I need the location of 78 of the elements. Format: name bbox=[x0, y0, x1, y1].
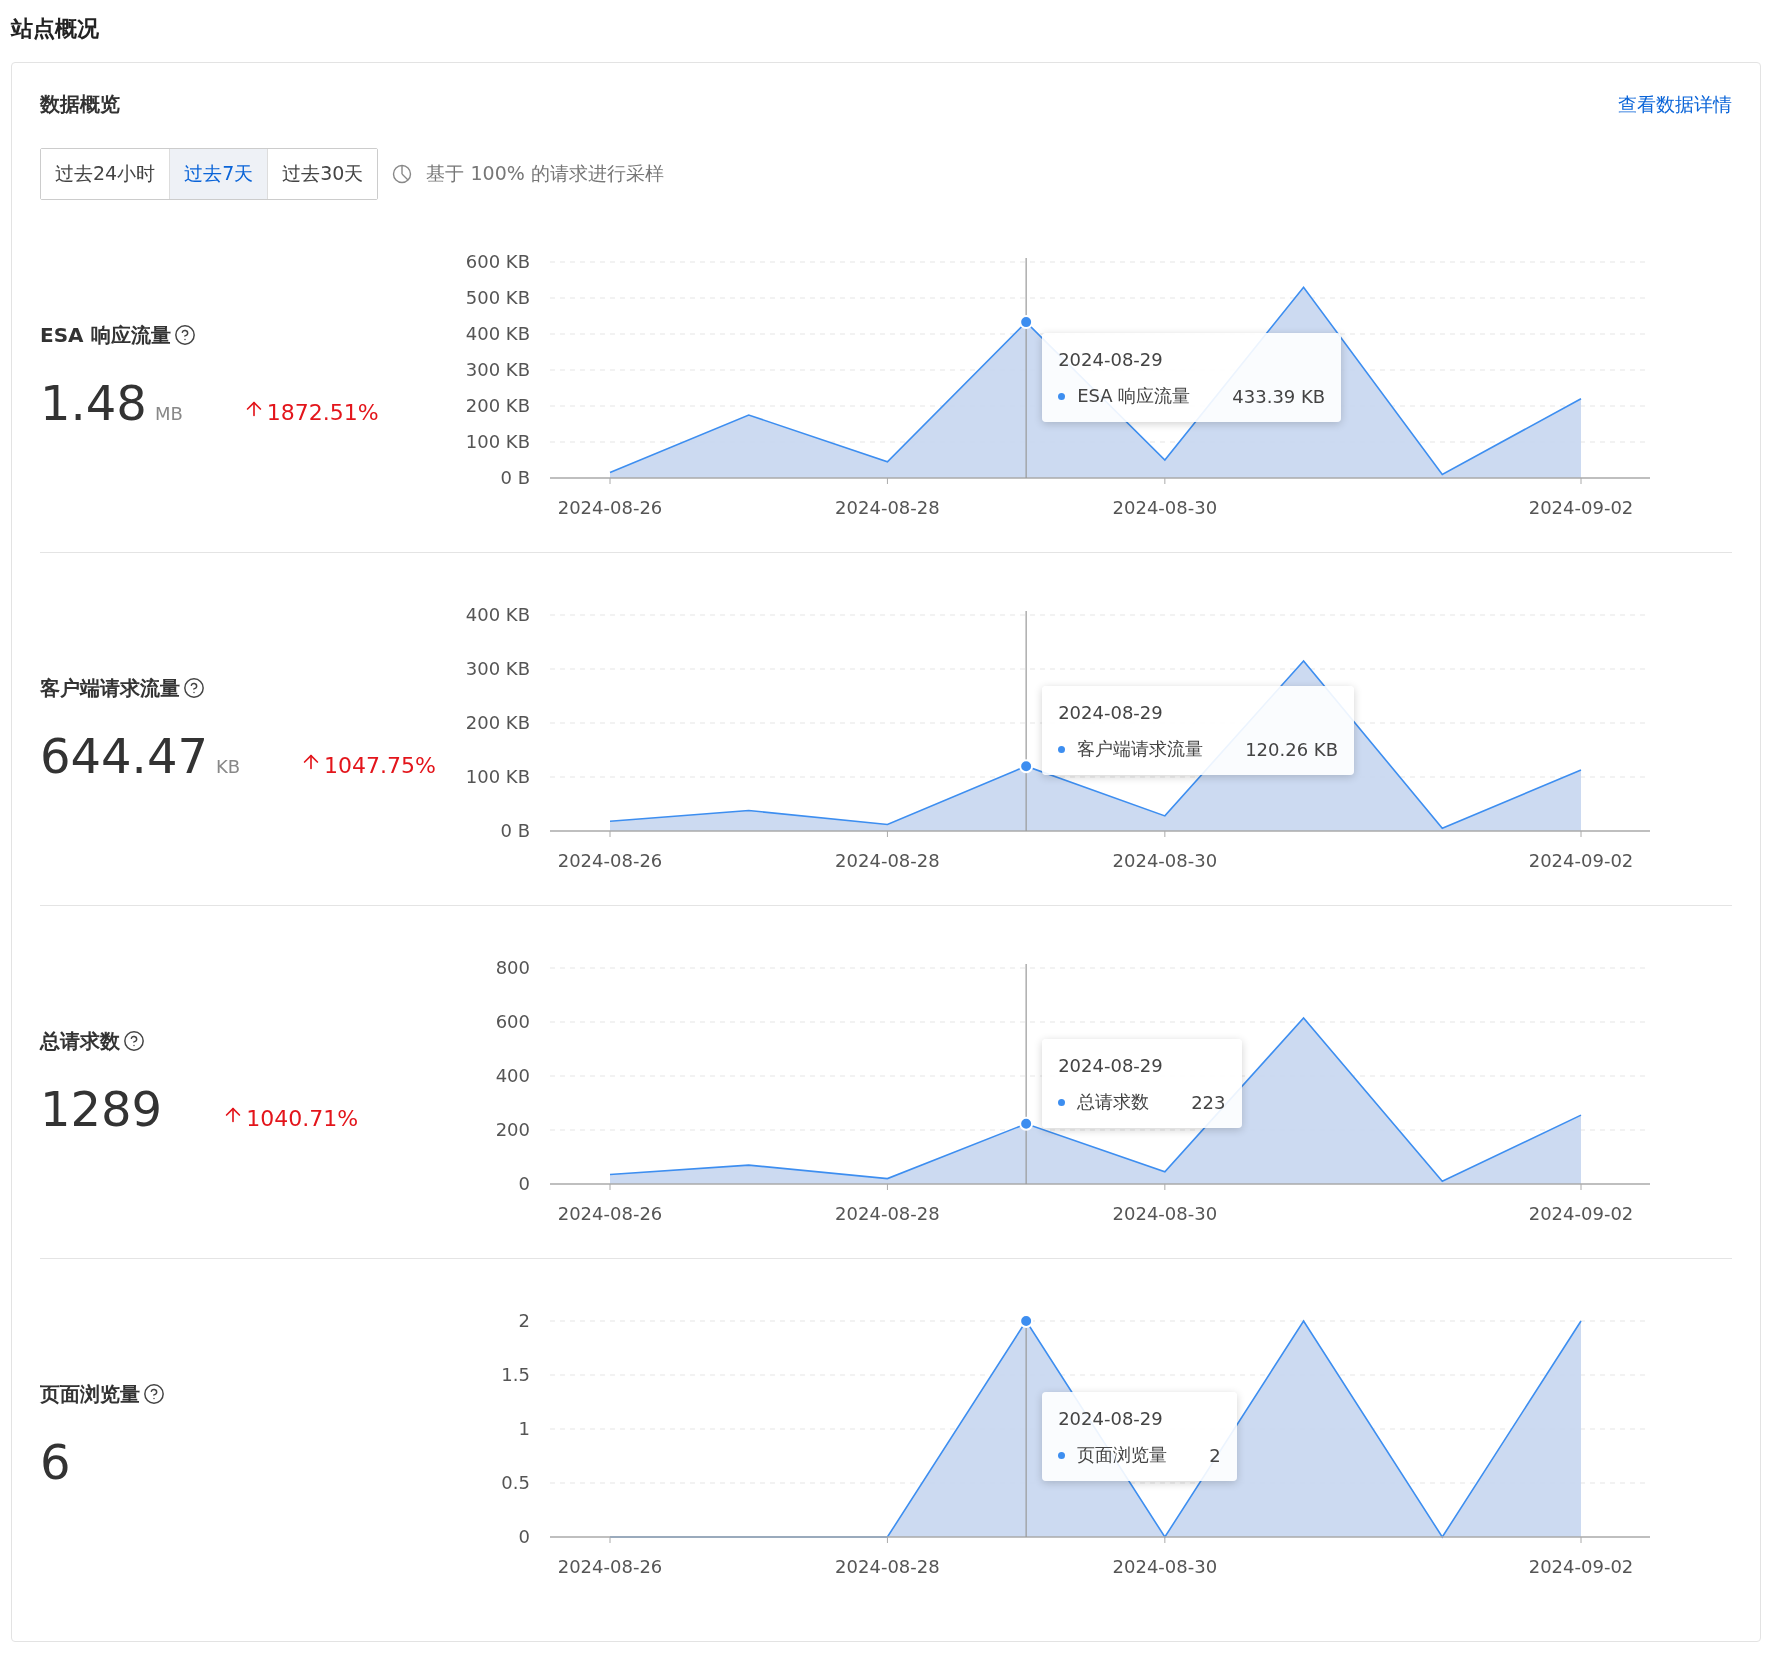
x-axis-label: 2024-09-02 bbox=[1528, 497, 1634, 518]
x-axis-label: 2024-08-28 bbox=[835, 497, 940, 518]
metric-name: ESA 响应流量 bbox=[40, 321, 171, 349]
y-axis-label: 400 KB bbox=[465, 604, 530, 625]
y-axis-label: 800 bbox=[495, 957, 530, 978]
point-marker bbox=[1019, 1314, 1034, 1328]
y-axis-label: 0.5 bbox=[501, 1472, 530, 1493]
y-axis-label: 200 KB bbox=[465, 395, 530, 416]
x-axis-label: 2024-08-30 bbox=[1112, 1203, 1218, 1224]
x-axis-label: 2024-08-30 bbox=[1112, 850, 1218, 871]
y-axis-label: 0 bbox=[518, 1526, 530, 1547]
metric-name: 总请求数 bbox=[40, 1027, 120, 1055]
metric-change: 1872.51% bbox=[266, 399, 379, 425]
y-axis-label: 0 bbox=[518, 1173, 530, 1194]
y-axis-label: 200 bbox=[495, 1119, 530, 1140]
y-axis-label: 0 B bbox=[500, 467, 530, 488]
help-icon[interactable] bbox=[173, 324, 196, 346]
tooltip-series-name: 客户端请求流量 bbox=[1077, 737, 1204, 762]
metric-unit: KB bbox=[215, 755, 241, 777]
tooltip-date: 2024-08-29 bbox=[1058, 349, 1164, 371]
help-icon[interactable] bbox=[183, 677, 205, 699]
y-axis-label: 1.5 bbox=[501, 1364, 530, 1385]
y-axis-label: 600 KB bbox=[465, 251, 530, 272]
metric-value: 1.48 bbox=[40, 374, 147, 431]
tooltip-date: 2024-08-29 bbox=[1058, 1055, 1164, 1077]
metric-value: 644.47 bbox=[40, 727, 208, 784]
y-axis-label: 300 KB bbox=[465, 658, 530, 679]
metric-name: 页面浏览量 bbox=[40, 1380, 140, 1408]
y-axis-label: 400 bbox=[495, 1065, 530, 1086]
y-axis-label: 2 bbox=[518, 1310, 530, 1331]
tooltip-value: 120.26 KB bbox=[1245, 738, 1338, 760]
y-axis-label: 600 bbox=[495, 1011, 530, 1032]
time-range-tab[interactable]: 过去30天 bbox=[267, 149, 378, 199]
metric-name: 客户端请求流量 bbox=[40, 674, 180, 702]
card-title: 数据概览 bbox=[40, 91, 120, 118]
metric-value: 1289 bbox=[40, 1080, 163, 1137]
x-axis-label: 2024-08-26 bbox=[557, 497, 663, 518]
y-axis-label: 100 KB bbox=[465, 431, 530, 452]
tooltip-value: 2 bbox=[1209, 1444, 1221, 1466]
metric-unit: MB bbox=[154, 402, 183, 424]
metric-change: 1047.75% bbox=[324, 752, 436, 778]
metric-change: 1040.71% bbox=[246, 1105, 359, 1131]
help-icon[interactable] bbox=[143, 1383, 165, 1405]
x-axis-label: 2024-08-28 bbox=[835, 1203, 940, 1224]
sampling-note: 基于 100% 的请求进行采样 bbox=[426, 161, 664, 186]
y-axis-label: 100 KB bbox=[465, 766, 530, 787]
point-marker bbox=[1019, 315, 1034, 330]
x-axis-label: 2024-09-02 bbox=[1528, 1203, 1634, 1224]
page-title: 站点概况 bbox=[11, 15, 100, 43]
y-axis-label: 0 B bbox=[500, 820, 530, 841]
point-marker bbox=[1019, 759, 1034, 774]
y-axis-label: 300 KB bbox=[465, 359, 530, 380]
help-icon[interactable] bbox=[123, 1030, 145, 1052]
data-details-link[interactable]: 查看数据详情 bbox=[1618, 91, 1732, 118]
x-axis-label: 2024-08-26 bbox=[557, 1556, 663, 1577]
x-axis-label: 2024-08-28 bbox=[835, 850, 940, 871]
x-axis-label: 2024-08-26 bbox=[557, 1203, 663, 1224]
y-axis-label: 200 KB bbox=[465, 712, 530, 733]
tooltip-date: 2024-08-29 bbox=[1058, 1408, 1164, 1430]
tooltip-value: 433.39 KB bbox=[1232, 385, 1326, 407]
clock-icon bbox=[392, 164, 413, 184]
y-axis-label: 400 KB bbox=[465, 323, 530, 344]
x-axis-label: 2024-08-26 bbox=[557, 850, 663, 871]
x-axis-label: 2024-08-30 bbox=[1112, 497, 1218, 518]
tooltip-series-name: 页面浏览量 bbox=[1077, 1443, 1168, 1468]
metric-value: 6 bbox=[40, 1433, 71, 1490]
y-axis-label: 1 bbox=[518, 1418, 530, 1439]
tooltip-series-name: ESA 响应流量 bbox=[1077, 384, 1191, 409]
x-axis-label: 2024-08-28 bbox=[835, 1556, 940, 1577]
tooltip-series-name: 总请求数 bbox=[1077, 1090, 1150, 1115]
x-axis-label: 2024-09-02 bbox=[1528, 1556, 1634, 1577]
y-axis-label: 500 KB bbox=[465, 287, 530, 308]
tooltip-date: 2024-08-29 bbox=[1058, 702, 1164, 724]
point-marker bbox=[1019, 1116, 1034, 1131]
x-axis-label: 2024-08-30 bbox=[1112, 1556, 1218, 1577]
time-range-tab[interactable]: 过去7天 bbox=[169, 149, 268, 199]
tooltip-value: 223 bbox=[1191, 1091, 1226, 1113]
x-axis-label: 2024-09-02 bbox=[1528, 850, 1634, 871]
